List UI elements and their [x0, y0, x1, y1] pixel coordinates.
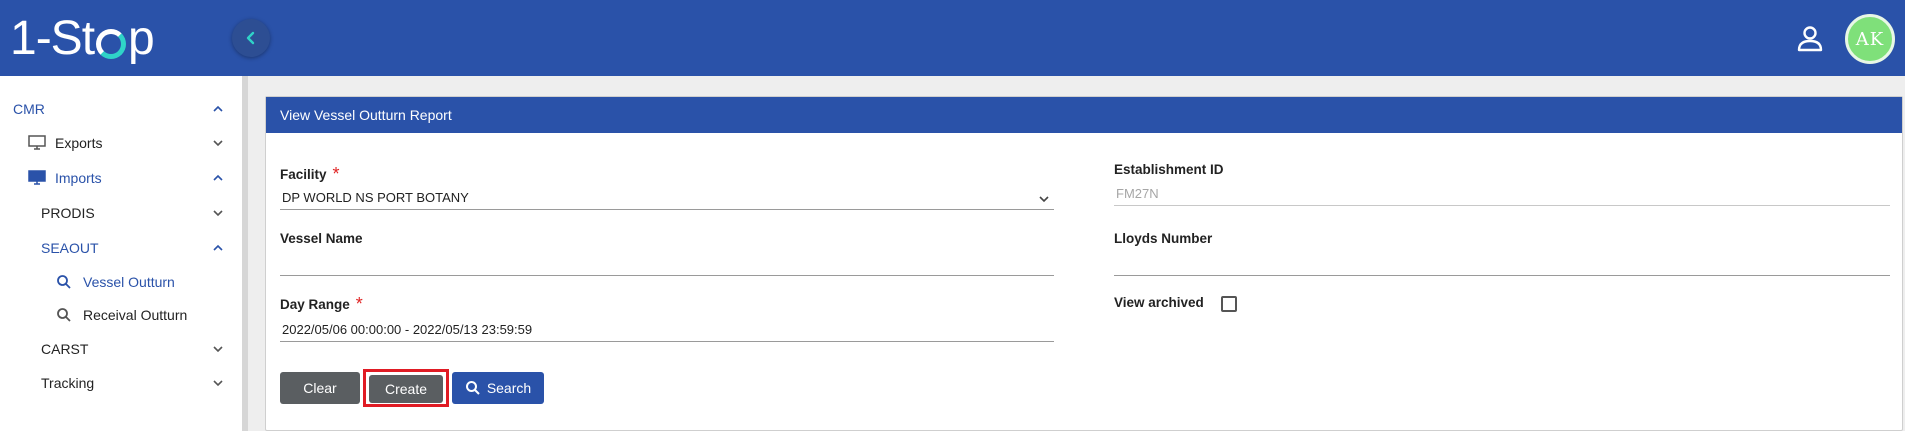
sidebar-item-vessel-outturn[interactable]: Vessel Outturn — [0, 267, 240, 297]
view-archived-label: View archived — [1114, 295, 1204, 310]
facility-select[interactable]: DP WORLD NS PORT BOTANY — [280, 187, 1054, 211]
sidebar-item-tracking[interactable]: Tracking — [0, 368, 240, 398]
sidebar-item-label: CARST — [41, 341, 89, 357]
clear-button[interactable]: Clear — [280, 372, 360, 404]
sidebar-item-label: Receival Outturn — [83, 307, 188, 323]
establishment-id-value: FM27N — [1116, 186, 1159, 201]
vessel-name-label: Vessel Name — [280, 231, 363, 246]
day-range-underline — [280, 341, 1054, 342]
monitor-icon — [28, 170, 46, 185]
search-icon — [57, 275, 71, 289]
user-avatar[interactable]: AK — [1845, 14, 1895, 64]
sidebar-nav: CMR Exports Imports PRODIS SEAOUT Vessel… — [0, 76, 248, 431]
sidebar-item-prodis[interactable]: PRODIS — [0, 198, 240, 228]
day-range-value: 2022/05/06 00:00:00 - 2022/05/13 23:59:5… — [282, 322, 533, 337]
sidebar-item-carst[interactable]: CARST — [0, 334, 240, 364]
chevron-down-icon — [213, 346, 223, 353]
logo-text-right: p — [128, 11, 155, 65]
facility-label: Facility * — [280, 163, 340, 184]
sidebar-item-label: SEAOUT — [41, 240, 99, 256]
lloyds-number-underline — [1114, 275, 1890, 276]
lloyds-number-label: Lloyds Number — [1114, 231, 1213, 246]
panel-title: View Vessel Outturn Report — [266, 97, 1902, 133]
search-icon — [465, 381, 480, 395]
sidebar-item-seaout[interactable]: SEAOUT — [0, 233, 240, 263]
app-logo[interactable]: 1-St p — [10, 10, 155, 66]
create-button-highlight: Create — [363, 369, 449, 407]
chevron-down-icon — [213, 140, 223, 147]
sidebar-item-label: Tracking — [41, 375, 95, 391]
sidebar-item-exports[interactable]: Exports — [0, 128, 240, 158]
required-mark: * — [332, 164, 340, 184]
sidebar-collapse-button[interactable] — [232, 19, 270, 57]
facility-underline — [280, 209, 1054, 210]
sidebar-item-receival-outturn[interactable]: Receival Outturn — [0, 300, 240, 330]
top-app-bar: 1-St p AK — [0, 0, 1905, 76]
chevron-down-icon — [213, 380, 223, 387]
vessel-name-underline — [280, 275, 1054, 276]
day-range-label: Day Range * — [280, 293, 363, 314]
chevron-up-icon — [213, 244, 223, 251]
chevron-up-icon — [213, 174, 223, 181]
establishment-id-input[interactable]: FM27N — [1114, 183, 1888, 207]
day-range-input[interactable]: 2022/05/06 00:00:00 - 2022/05/13 23:59:5… — [280, 319, 1054, 343]
lloyds-number-input[interactable] — [1114, 253, 1890, 277]
sidebar-item-label: Imports — [55, 170, 102, 186]
sidebar-item-cmr[interactable]: CMR — [0, 94, 240, 124]
chevron-down-icon — [213, 210, 223, 217]
establishment-id-underline — [1114, 205, 1890, 206]
user-profile-icon[interactable] — [1795, 24, 1825, 54]
chevron-down-icon — [1039, 196, 1049, 203]
search-button-label: Search — [486, 380, 532, 396]
search-icon — [57, 308, 71, 322]
vessel-name-input[interactable] — [280, 253, 1054, 277]
establishment-id-label: Establishment ID — [1114, 162, 1224, 177]
search-button[interactable]: Search — [452, 372, 544, 404]
facility-select-value: DP WORLD NS PORT BOTANY — [282, 190, 469, 205]
sidebar-item-label: Exports — [55, 135, 103, 151]
sidebar-item-label: Vessel Outturn — [83, 274, 175, 290]
vessel-outturn-panel: View Vessel Outturn Report Facility * DP … — [265, 96, 1903, 431]
required-mark: * — [355, 294, 363, 314]
logo-text-left: 1-St — [10, 11, 95, 65]
create-button[interactable]: Create — [369, 375, 443, 403]
monitor-icon — [28, 135, 46, 150]
sidebar-item-label: CMR — [13, 101, 45, 117]
day-range-label-text: Day Range — [280, 297, 350, 312]
facility-label-text: Facility — [280, 167, 327, 182]
chevron-left-icon — [246, 31, 255, 45]
sidebar-item-imports[interactable]: Imports — [0, 163, 240, 193]
logo-o-icon — [96, 29, 127, 59]
sidebar-item-label: PRODIS — [41, 205, 95, 221]
chevron-up-icon — [213, 105, 223, 112]
view-archived-checkbox[interactable] — [1221, 296, 1237, 312]
